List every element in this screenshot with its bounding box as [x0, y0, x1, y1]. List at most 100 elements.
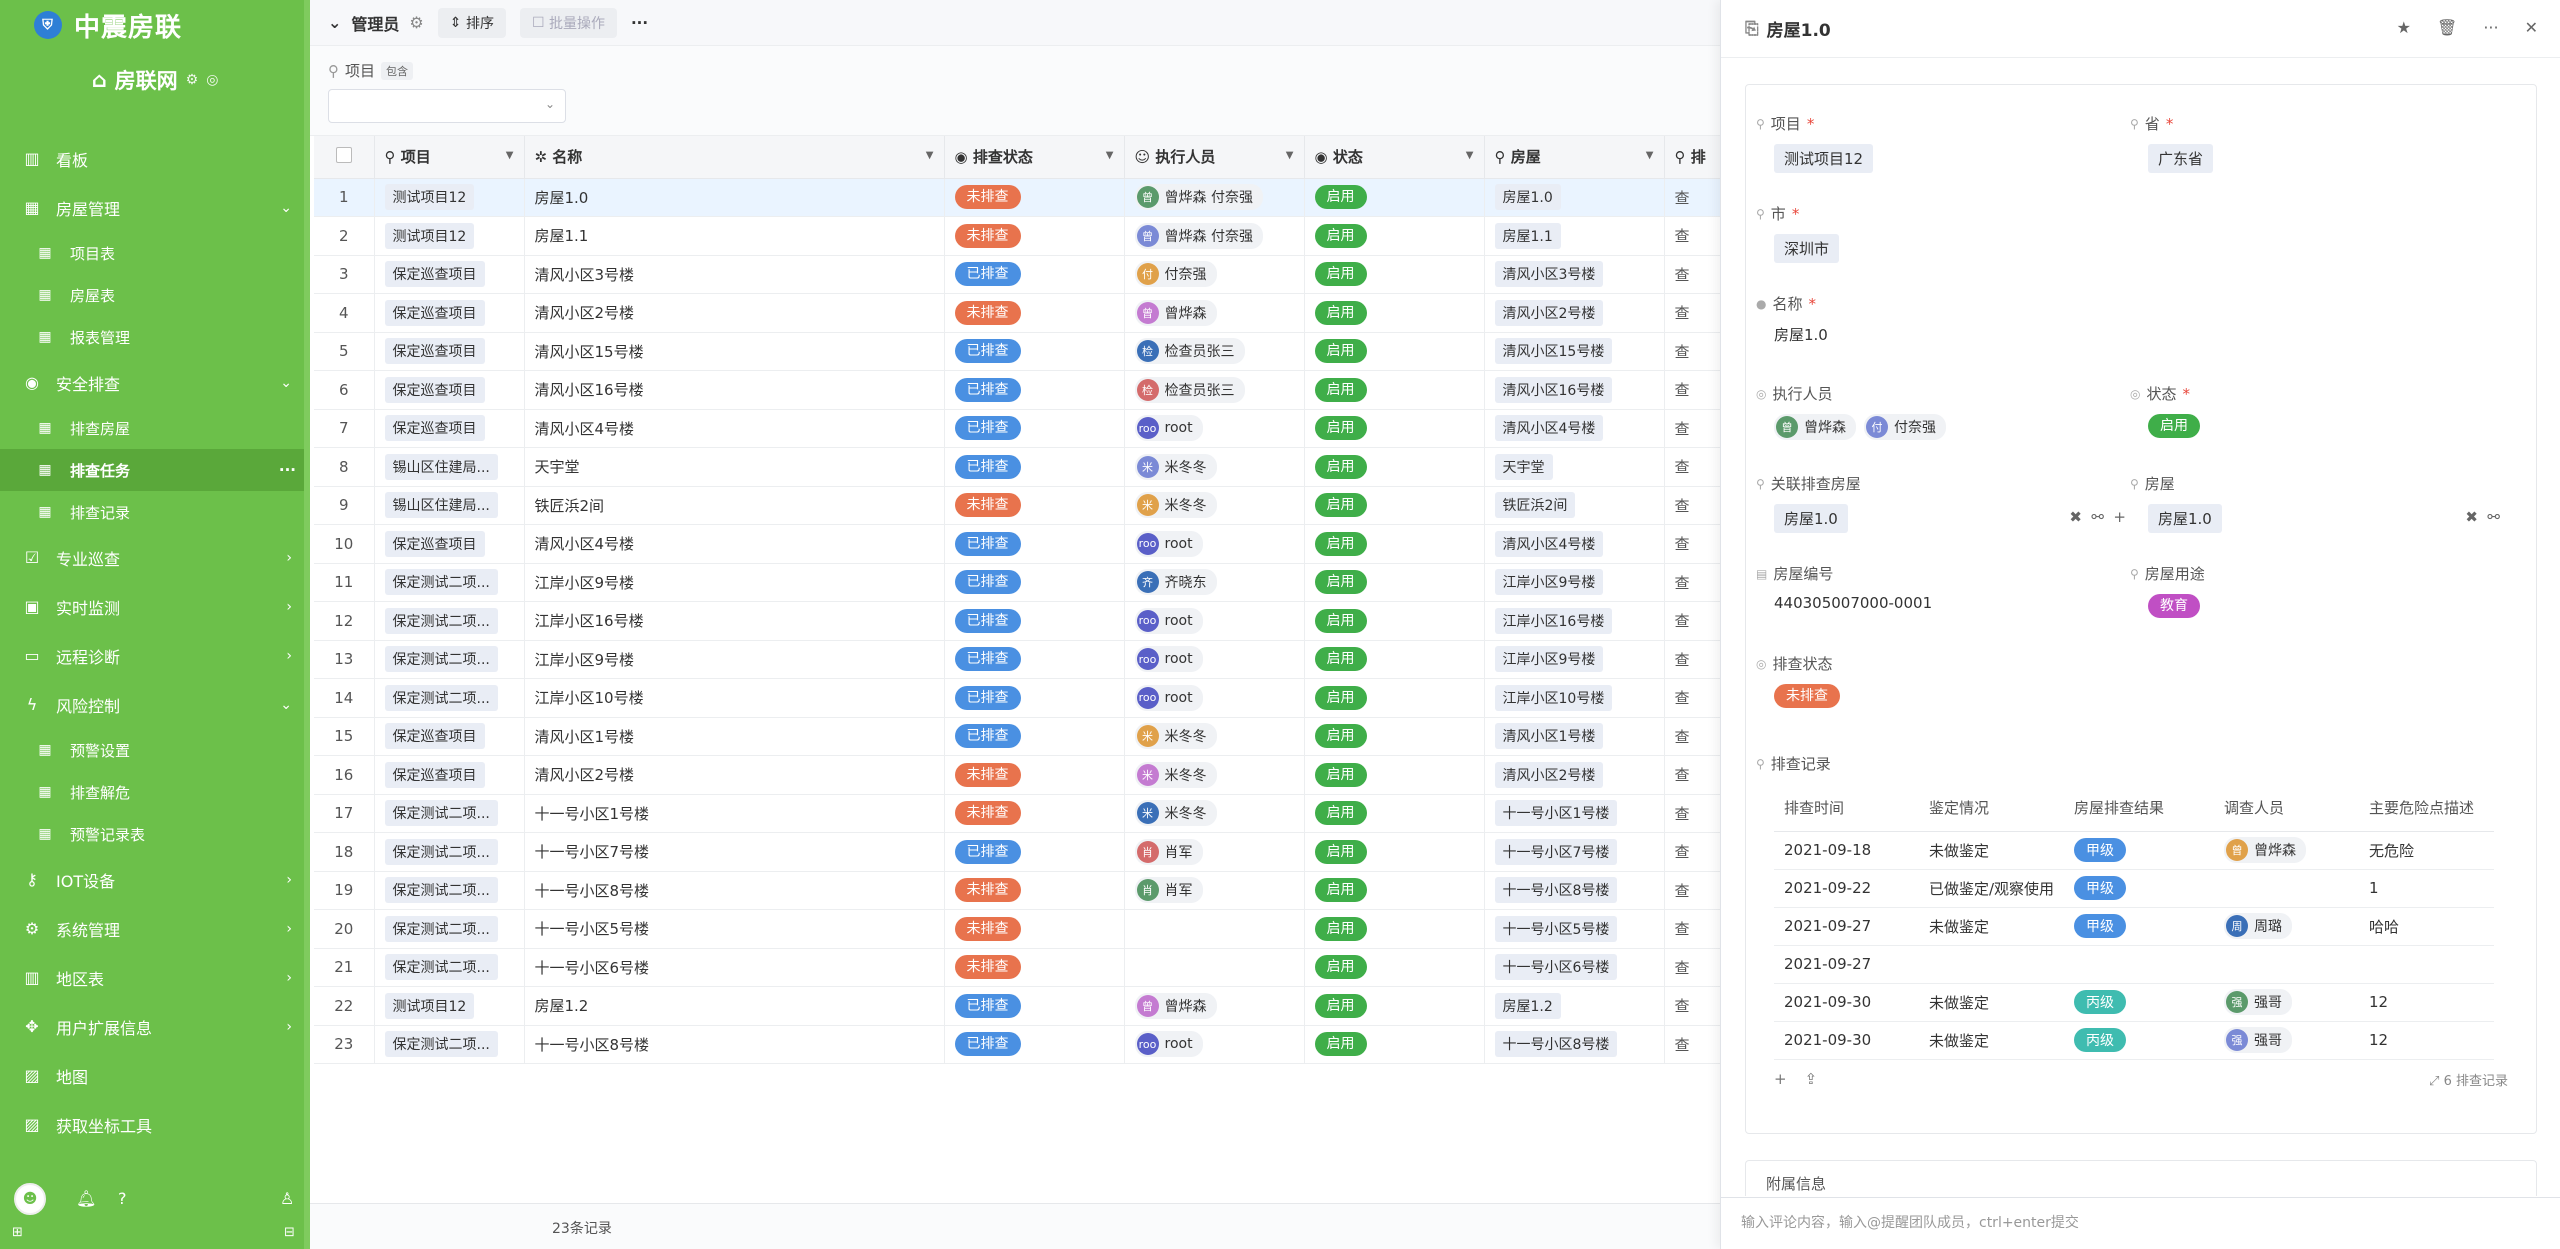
remove-icon[interactable]: ✖ — [2069, 508, 2082, 526]
cell-house[interactable]: 十一号小区1号楼 — [1484, 794, 1665, 833]
remove-icon[interactable]: ✖ — [2465, 508, 2478, 526]
cell-more[interactable]: 查 — [1664, 370, 1721, 410]
executor-chip[interactable]: roo root — [1134, 415, 1203, 442]
record-row[interactable]: 2021-09-18 未做鉴定 甲级 曾曾烨森 无危险 — [1774, 831, 2494, 870]
sidebar-item-20[interactable]: ▨ 地图 — [0, 1051, 310, 1100]
sidebar-item-9[interactable]: ☑ 专业巡查 › — [0, 533, 310, 582]
cell-check-status[interactable]: 未排查 — [944, 871, 1125, 910]
cell-project[interactable]: 保定测试二项... — [374, 909, 525, 949]
status-badge[interactable]: 启用 — [2148, 414, 2200, 438]
cell-status[interactable]: 启用 — [1304, 871, 1485, 910]
sidebar-item-4[interactable]: ▦ 报表管理 — [0, 316, 310, 358]
chevron-right-icon[interactable]: › — [286, 599, 292, 615]
executor-chip[interactable]: 米米冬冬 — [1134, 800, 1217, 827]
cell-status[interactable]: 启用 — [1304, 370, 1485, 410]
executor-chip[interactable]: 米米冬冬 — [1134, 761, 1217, 788]
table-row[interactable]: 22 测试项目12 房屋1.2 已排查 曾曾烨森 启用 房屋1.2 查 — [314, 986, 1721, 1026]
cell-name[interactable]: 十一号小区5号楼 — [524, 909, 945, 949]
chevron-down-icon[interactable]: ⌄ — [280, 200, 292, 216]
investigator-chip[interactable]: 曾曾烨森 — [2224, 837, 2306, 863]
cell-name[interactable]: 十一号小区7号楼 — [524, 832, 945, 872]
chevron-right-icon[interactable]: › — [286, 921, 292, 937]
cell-status[interactable]: 启用 — [1304, 255, 1485, 294]
investigator-chip[interactable]: 强强哥 — [2224, 1027, 2292, 1053]
cell-name[interactable]: 清风小区2号楼 — [524, 755, 945, 795]
cell-executor[interactable]: roo root — [1124, 1025, 1305, 1064]
cell-project[interactable]: 保定巡查项目 — [374, 255, 525, 294]
cell-executor[interactable]: 肖肖军 — [1124, 832, 1305, 872]
close-icon[interactable]: ✕ — [2525, 18, 2538, 37]
table-row[interactable]: 15 保定巡查项目 清风小区1号楼 已排查 米米冬冬 启用 清风小区1号楼 查 — [314, 717, 1721, 756]
cell-check-status[interactable]: 未排查 — [944, 948, 1125, 987]
executor-chip[interactable]: 米米冬冬 — [1134, 492, 1217, 519]
cell-name[interactable]: 清风小区1号楼 — [524, 717, 945, 756]
cell-executor[interactable]: 齐齐晓东 — [1124, 563, 1305, 602]
table-row[interactable]: 5 保定巡查项目 清风小区15号楼 已排查 检检查员张三 启用 清风小区15号楼… — [314, 332, 1721, 371]
cell-project[interactable]: 保定测试二项... — [374, 601, 525, 641]
chevron-right-icon[interactable]: › — [286, 872, 292, 888]
cell-project[interactable]: 保定测试二项... — [374, 948, 525, 987]
cell-house[interactable]: 铁匠浜2间 — [1484, 486, 1665, 525]
record-row[interactable]: 2021-09-22 已做鉴定/观察使用 甲级 1 — [1774, 869, 2494, 908]
more-icon[interactable]: ··· — [279, 461, 296, 479]
sidebar-item-1[interactable]: ▦ 房屋管理 ⌄ — [0, 183, 310, 232]
cell-status[interactable]: 启用 — [1304, 486, 1485, 525]
row-number[interactable]: 11 — [314, 563, 375, 602]
row-number[interactable]: 3 — [314, 255, 375, 294]
view-selector[interactable]: ⌄ 管理员 ⚙ — [328, 11, 424, 35]
cell-check-status[interactable]: 未排查 — [944, 216, 1125, 256]
executor-chip[interactable]: 曾曾烨森 付奈强 — [1134, 222, 1263, 249]
cell-check-status[interactable]: 已排查 — [944, 1025, 1125, 1064]
collapse-icon[interactable]: ⊟ — [284, 1225, 295, 1240]
settings-gear-icon[interactable]: ⚙ — [186, 72, 199, 88]
cell-name[interactable]: 十一号小区1号楼 — [524, 794, 945, 833]
cell-more[interactable]: 查 — [1664, 678, 1721, 718]
cell-more[interactable]: 查 — [1664, 755, 1721, 795]
cell-name[interactable]: 铁匠浜2间 — [524, 486, 945, 525]
sidebar-item-3[interactable]: ▦ 房屋表 — [0, 274, 310, 316]
sidebar-item-6[interactable]: ▦ 排查房屋 — [0, 407, 310, 449]
cell-house[interactable]: 清风小区16号楼 — [1484, 370, 1665, 410]
linked-house-value[interactable]: 房屋1.0 — [1774, 504, 1848, 533]
cell-house[interactable]: 十一号小区8号楼 — [1484, 1025, 1665, 1064]
cell-executor[interactable]: roo root — [1124, 640, 1305, 679]
cell-status[interactable]: 启用 — [1304, 986, 1485, 1026]
house-code-value[interactable]: 440305007000-0001 — [1774, 594, 1932, 612]
cell-status[interactable]: 启用 — [1304, 563, 1485, 602]
help-icon[interactable]: ? — [118, 1189, 127, 1208]
sort-caret-icon[interactable]: ▼ — [1646, 150, 1654, 161]
cell-project[interactable]: 保定巡查项目 — [374, 717, 525, 756]
executor-chip[interactable]: 曾曾烨森 付奈强 — [1134, 184, 1263, 211]
app-brand[interactable]: ⛨ 中震房联 — [0, 0, 310, 50]
cell-project[interactable]: 保定巡查项目 — [374, 293, 525, 333]
filter-operator-tag[interactable]: 包含 — [381, 61, 414, 80]
cell-more[interactable]: 查 — [1664, 948, 1721, 987]
cell-more[interactable]: 查 — [1664, 486, 1721, 525]
row-number[interactable]: 21 — [314, 948, 375, 987]
cell-project[interactable]: 保定巡查项目 — [374, 370, 525, 410]
row-number[interactable]: 23 — [314, 1025, 375, 1064]
row-number[interactable]: 2 — [314, 216, 375, 256]
table-row[interactable]: 17 保定测试二项... 十一号小区1号楼 未排查 米米冬冬 启用 十一号小区1… — [314, 794, 1721, 833]
cell-house[interactable]: 清风小区4号楼 — [1484, 524, 1665, 564]
more-icon[interactable]: ··· — [631, 14, 648, 32]
table-row[interactable]: 10 保定巡查项目 清风小区4号楼 已排查 roo root 启用 清风小区4号楼… — [314, 524, 1721, 564]
cell-house[interactable]: 房屋1.0 — [1484, 178, 1665, 217]
cell-more[interactable]: 查 — [1664, 832, 1721, 872]
cell-status[interactable]: 启用 — [1304, 447, 1485, 487]
cell-check-status[interactable]: 未排查 — [944, 909, 1125, 949]
project-value[interactable]: 测试项目12 — [1774, 144, 1874, 173]
sidebar-item-14[interactable]: ▦ 排查解危 — [0, 771, 310, 813]
upload-icon[interactable]: ⇪ — [1805, 1070, 1818, 1088]
cell-status[interactable]: 启用 — [1304, 717, 1485, 756]
cell-executor[interactable]: 米米冬冬 — [1124, 755, 1305, 795]
cell-status[interactable]: 启用 — [1304, 409, 1485, 448]
cell-executor[interactable]: 米米冬冬 — [1124, 717, 1305, 756]
sort-caret-icon[interactable]: ▼ — [1286, 150, 1294, 161]
cell-project[interactable]: 保定巡查项目 — [374, 409, 525, 448]
cell-house[interactable]: 天宇堂 — [1484, 447, 1665, 487]
sidebar-item-21[interactable]: ▨ 获取坐标工具 — [0, 1100, 310, 1149]
cell-house[interactable]: 清风小区3号楼 — [1484, 255, 1665, 294]
table-row[interactable]: 21 保定测试二项... 十一号小区6号楼 未排查 启用 十一号小区6号楼 查 — [314, 948, 1721, 987]
investigator-chip[interactable]: 强强哥 — [2224, 989, 2292, 1015]
